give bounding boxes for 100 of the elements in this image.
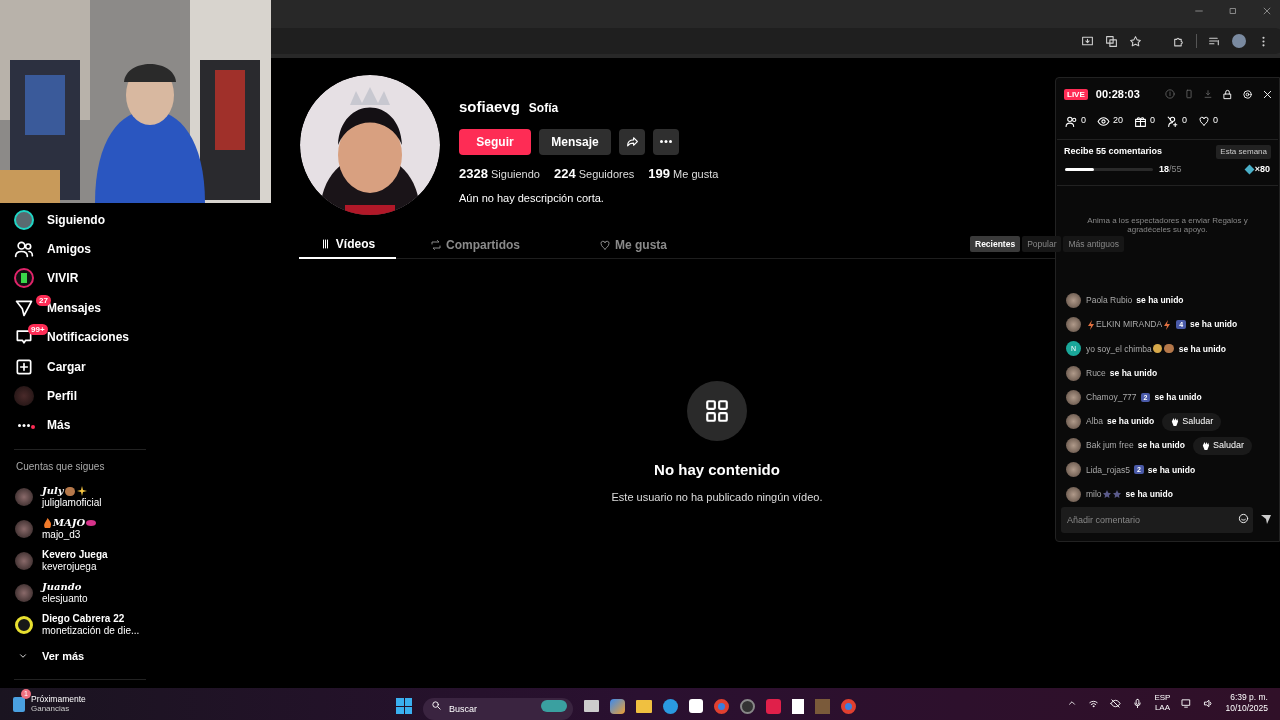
clock-time[interactable]: 6:39 p. m. [1230, 692, 1268, 703]
browser-icon[interactable] [714, 698, 729, 714]
progress-done: 18 [1159, 164, 1169, 174]
microphone-icon [1132, 697, 1144, 709]
account-name: Juando [42, 581, 82, 594]
app-icon[interactable] [815, 698, 830, 714]
more-button[interactable] [653, 128, 679, 155]
account-name: MAJO [53, 517, 86, 530]
user-name[interactable]: Chamoy_777 [1086, 390, 1137, 404]
nav-label: Cargar [47, 358, 86, 376]
empty-title: No hay contenido [654, 460, 780, 480]
windows-logo-icon[interactable] [396, 698, 412, 714]
period-tag: Esta semana [1216, 145, 1271, 159]
join-text: se ha unido [1109, 366, 1158, 380]
user-name[interactable]: Ruce [1086, 366, 1106, 380]
message-button[interactable]: Mensaje [539, 128, 611, 155]
join-text: se ha unido [1125, 487, 1173, 501]
user-name[interactable]: milo [1086, 487, 1102, 501]
comment-field[interactable]: Añadir comentario [1061, 507, 1253, 533]
stat-count: 0 [1182, 114, 1188, 128]
followed-account[interactable]: July juliglamoficial [0, 481, 160, 514]
avatar-icon [1066, 462, 1081, 478]
sort-tab[interactable]: Recientes [970, 236, 1021, 252]
translate-icon [1105, 34, 1118, 48]
followed-account[interactable]: Diego Cabrera 22 monetización de die... [0, 609, 160, 642]
user-name[interactable]: yo soy_el chimba [1086, 342, 1152, 356]
person-plus-icon [1166, 114, 1180, 128]
account-handle: keverojuega [42, 561, 98, 574]
nav-item[interactable]: Amigos [0, 234, 160, 264]
speaker-icon [1203, 697, 1215, 709]
profile-tab[interactable]: Vídeos [299, 230, 396, 259]
user-name[interactable]: Lida_rojas5 [1086, 463, 1130, 477]
send-icon[interactable] [1261, 515, 1271, 524]
follow-button[interactable]: Seguir [459, 128, 531, 155]
see-more-link[interactable]: Ver más [0, 641, 160, 672]
camera-lens-icon[interactable] [740, 698, 755, 714]
user-name[interactable]: Bak jum free [1086, 439, 1134, 453]
language-code[interactable]: ESP [1154, 693, 1171, 703]
followed-account[interactable]: MAJO majo_d3 [0, 513, 160, 546]
progress-total: /55 [1169, 164, 1182, 174]
goal-title: Recibe 55 comentarios [1064, 145, 1163, 159]
avatar-icon [1066, 389, 1081, 405]
avatar-icon [1066, 293, 1081, 309]
stat-count: 0 [1150, 114, 1156, 128]
nav-item[interactable]: Cargar [0, 351, 160, 382]
folder-icon[interactable] [636, 699, 652, 713]
user-name[interactable]: Alba [1086, 415, 1103, 428]
followed-account[interactable]: Juando elesjuanto [0, 577, 160, 610]
sort-tab[interactable]: Más antiguos [1063, 236, 1125, 252]
profile-tab[interactable]: Compartidos [396, 230, 554, 259]
nav-item[interactable]: Más [0, 410, 160, 441]
share-arrow-icon [625, 135, 639, 148]
user-name[interactable]: Paola Rubio [1086, 294, 1133, 307]
nav-item[interactable]: 99+ Notificaciones [0, 322, 160, 352]
avatar-icon [1066, 365, 1081, 381]
search-field[interactable]: Buscar [423, 698, 573, 720]
account-handle: majo_d3 [42, 529, 82, 542]
clock-date[interactable]: 10/10/2025 [1225, 703, 1268, 714]
keyboard-layout[interactable]: LAA [1154, 703, 1170, 713]
gem-icon [1244, 164, 1255, 175]
nav-item[interactable]: VIVIR [0, 263, 160, 294]
eye-icon [1097, 114, 1110, 128]
dots-icon [660, 140, 672, 143]
account-name: Diego Cabrera 22 [42, 613, 125, 626]
nav-item[interactable]: Siguiendo [0, 205, 160, 235]
profile-tab[interactable]: Me gusta [554, 230, 712, 259]
followed-account[interactable]: Kevero Juega keverojuega [0, 545, 160, 578]
user-name[interactable]: ELKIN MIRANDA [1096, 318, 1163, 332]
live-timer: 00:28:03 [1095, 86, 1140, 102]
account-handle: juliglamoficial [42, 497, 102, 510]
download-icon [1203, 89, 1213, 99]
avatar-icon [14, 386, 34, 407]
greet-button[interactable]: Saludar [1192, 436, 1252, 455]
heart-icon [599, 238, 611, 251]
bio-text: Aún no hay descripción corta. [459, 191, 605, 206]
join-text: se ha unido [1136, 294, 1184, 307]
live-k-icon [14, 268, 34, 289]
join-text: se ha unido [1154, 390, 1202, 404]
account-handle: elesjuanto [42, 593, 88, 606]
profile-stat: 2328 Siguiendo [459, 164, 540, 183]
prompt-text: Anima a los espectadores a enviar Regalos y agradéceles su apoyo. [1086, 215, 1249, 234]
empty-text: Este usuario no ha publicado ningún vídeo. [611, 489, 823, 505]
lock-icon [1222, 88, 1233, 100]
account-name: Kevero Juega [42, 549, 108, 562]
browser-icon[interactable] [841, 698, 856, 714]
grid-icon [687, 381, 747, 441]
nav-item[interactable]: Perfil [0, 381, 160, 411]
stat-count: 0 [1081, 114, 1086, 128]
avatar-icon [1066, 317, 1081, 333]
share-button[interactable] [619, 128, 645, 155]
greet-button[interactable]: Saludar [1162, 412, 1222, 431]
browser-icon[interactable] [663, 698, 678, 714]
sort-tab[interactable]: Popular [1022, 236, 1062, 252]
widget-title: Próximamente [31, 694, 86, 704]
people-icon [14, 239, 34, 260]
document-icon[interactable] [792, 698, 804, 714]
join-text: se ha unido [1137, 439, 1185, 453]
people-icon [1065, 114, 1078, 128]
stat-count: 0 [1213, 114, 1219, 128]
star-icon [1129, 34, 1142, 48]
